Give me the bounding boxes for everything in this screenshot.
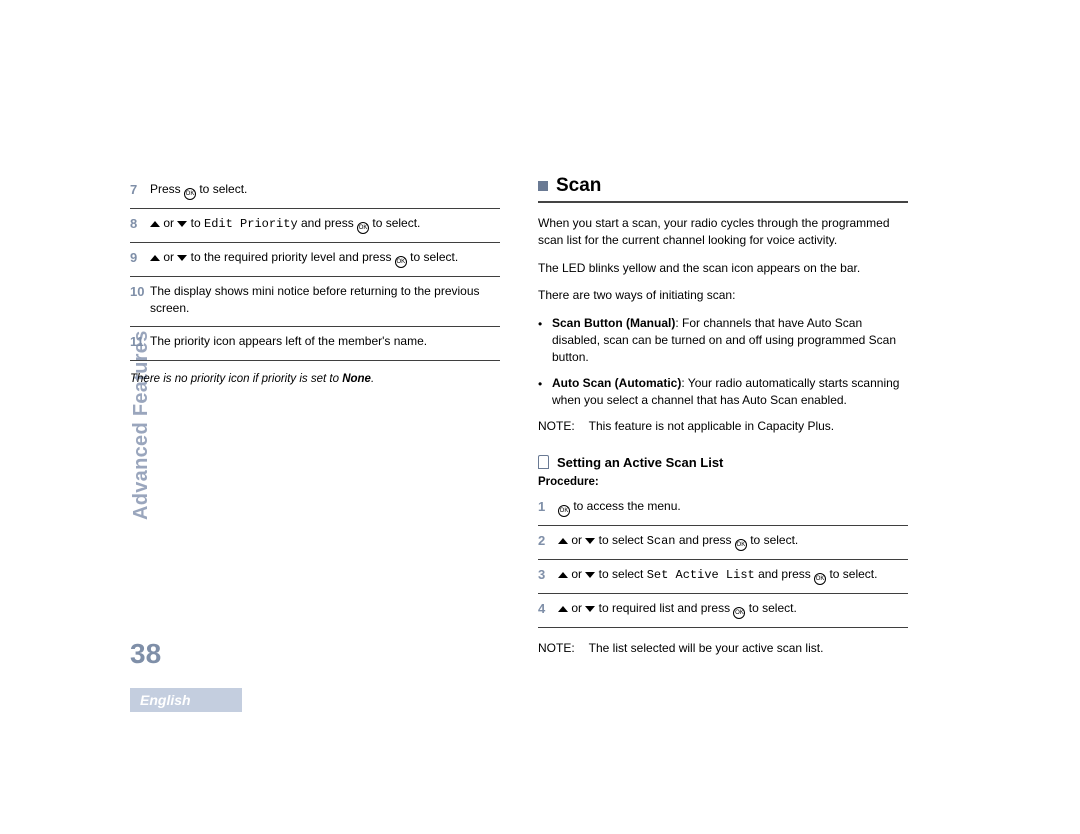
text: to select — [595, 533, 646, 547]
bullet-dot-icon: • — [538, 315, 544, 367]
step-number: 11 — [130, 333, 150, 352]
note: NOTE: The list selected will be your act… — [538, 640, 908, 657]
down-arrow-icon — [585, 606, 595, 612]
subsection-title: Setting an Active Scan List — [557, 455, 723, 470]
step-row: 11 The priority icon appears left of the… — [130, 327, 500, 361]
up-arrow-icon — [558, 572, 568, 578]
down-arrow-icon — [585, 538, 595, 544]
text-bold: Scan Button (Manual) — [552, 316, 675, 330]
up-arrow-icon — [558, 538, 568, 544]
ok-button-icon: OK — [733, 607, 745, 619]
language-tag: English — [130, 688, 242, 712]
text: to select. — [407, 250, 458, 264]
note: NOTE: This feature is not applicable in … — [538, 418, 908, 435]
step-number: 3 — [538, 566, 558, 585]
text: Press — [150, 182, 184, 196]
step-body: or to the required priority level and pr… — [150, 249, 500, 268]
paragraph: The LED blinks yellow and the scan icon … — [538, 260, 908, 277]
step-body: or to required list and press OK to sele… — [558, 600, 908, 619]
note-body: This feature is not applicable in Capaci… — [589, 418, 834, 435]
step-row: 10 The display shows mini notice before … — [130, 277, 500, 327]
down-arrow-icon — [177, 255, 187, 261]
step-body: The display shows mini notice before ret… — [150, 283, 500, 318]
step-body: or to select Scan and press OK to select… — [558, 532, 908, 551]
step-number: 10 — [130, 283, 150, 302]
up-arrow-icon — [558, 606, 568, 612]
up-arrow-icon — [150, 221, 160, 227]
ok-button-icon: OK — [814, 573, 826, 585]
page-content: 7 Press OK to select. 8 or to Edit Prior… — [130, 175, 910, 665]
text: and press — [755, 567, 814, 581]
subsection-heading: Setting an Active Scan List — [538, 455, 908, 470]
section-title: Scan — [556, 175, 601, 197]
text-bold: None — [342, 373, 371, 385]
menu-option: Edit Priority — [204, 217, 298, 231]
text: to select. — [745, 601, 796, 615]
bullet-body: Auto Scan (Automatic): Your radio automa… — [552, 375, 908, 410]
step-number: 9 — [130, 249, 150, 268]
text: to access the menu. — [570, 499, 681, 513]
menu-option: Set Active List — [647, 568, 755, 582]
ok-button-icon: OK — [357, 222, 369, 234]
paragraph: There are two ways of initiating scan: — [538, 287, 908, 304]
note-body: The list selected will be your active sc… — [589, 640, 824, 657]
step-row: 4 or to required list and press OK to se… — [538, 594, 908, 628]
step-number: 7 — [130, 181, 150, 200]
ok-button-icon: OK — [735, 539, 747, 551]
bullet-item: • Scan Button (Manual): For channels tha… — [538, 315, 908, 367]
step-body: or to select Set Active List and press O… — [558, 566, 908, 585]
step-row: 7 Press OK to select. — [130, 175, 500, 209]
down-arrow-icon — [177, 221, 187, 227]
left-column: 7 Press OK to select. 8 or to Edit Prior… — [130, 175, 500, 665]
step-number: 2 — [538, 532, 558, 551]
text: to — [187, 216, 204, 230]
note-italic: There is no priority icon if priority is… — [130, 373, 500, 385]
text: to required list and press — [595, 601, 733, 615]
note-label: NOTE: — [538, 418, 575, 435]
step-body: Press OK to select. — [150, 181, 500, 200]
section-heading: Scan — [538, 175, 908, 203]
bullet-dot-icon: • — [538, 375, 544, 410]
step-row: 8 or to Edit Priority and press OK to se… — [130, 209, 500, 243]
step-body: or to Edit Priority and press OK to sele… — [150, 215, 500, 234]
note-label: NOTE: — [538, 640, 575, 657]
step-row: 9 or to the required priority level and … — [130, 243, 500, 277]
text: . — [371, 373, 374, 385]
step-body: OK to access the menu. — [558, 498, 908, 517]
step-body: The priority icon appears left of the me… — [150, 333, 500, 350]
text: to select. — [826, 567, 877, 581]
step-row: 3 or to select Set Active List and press… — [538, 560, 908, 594]
bullet-body: Scan Button (Manual): For channels that … — [552, 315, 908, 367]
step-number: 8 — [130, 215, 150, 234]
text: and press — [676, 533, 735, 547]
text: to select. — [369, 216, 420, 230]
paragraph: When you start a scan, your radio cycles… — [538, 215, 908, 250]
menu-option: Scan — [647, 534, 676, 548]
down-arrow-icon — [585, 572, 595, 578]
document-icon — [538, 455, 549, 469]
ok-button-icon: OK — [395, 256, 407, 268]
procedure-label: Procedure: — [538, 476, 908, 488]
right-column: Scan When you start a scan, your radio c… — [538, 175, 908, 665]
text: and press — [298, 216, 357, 230]
square-bullet-icon — [538, 181, 548, 191]
ok-button-icon: OK — [558, 505, 570, 517]
text: to the required priority level and press — [187, 250, 394, 264]
text: There is no priority icon if priority is… — [130, 373, 342, 385]
step-row: 1 OK to access the menu. — [538, 492, 908, 526]
text: to select. — [196, 182, 247, 196]
step-number: 1 — [538, 498, 558, 517]
text: to select. — [747, 533, 798, 547]
bullet-item: • Auto Scan (Automatic): Your radio auto… — [538, 375, 908, 410]
step-row: 2 or to select Scan and press OK to sele… — [538, 526, 908, 560]
text: to select — [595, 567, 646, 581]
up-arrow-icon — [150, 255, 160, 261]
ok-button-icon: OK — [184, 188, 196, 200]
text-bold: Auto Scan (Automatic) — [552, 376, 681, 390]
step-number: 4 — [538, 600, 558, 619]
